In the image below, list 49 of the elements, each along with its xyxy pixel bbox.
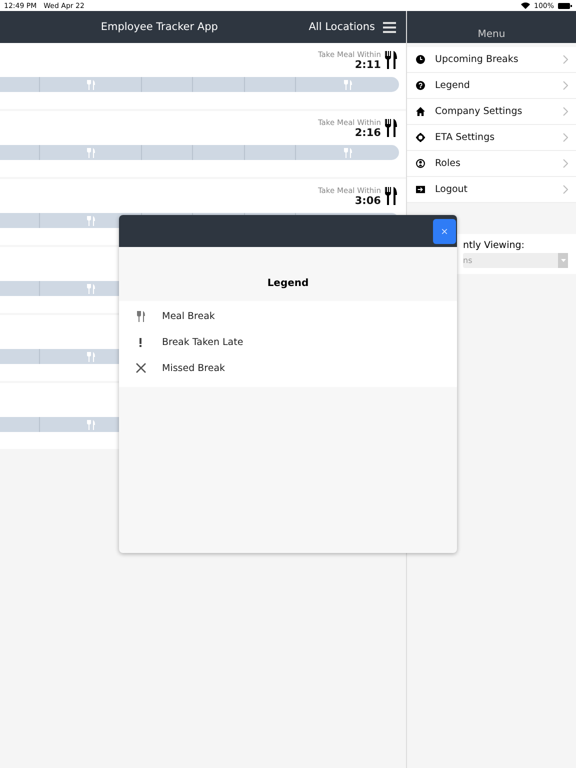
legend-label: Missed Break bbox=[162, 362, 226, 374]
legend-label: Meal Break bbox=[162, 310, 215, 322]
menu-item[interactable]: Roles bbox=[407, 151, 576, 177]
chevron-icon bbox=[563, 159, 568, 168]
home-icon bbox=[416, 107, 425, 116]
wifi-icon bbox=[520, 2, 530, 9]
fork-knife-icon bbox=[86, 216, 94, 226]
menu-item[interactable]: ETA Settings bbox=[407, 125, 576, 151]
help-icon bbox=[416, 81, 425, 90]
fork-knife-icon bbox=[384, 51, 398, 69]
chevron-icon bbox=[563, 133, 568, 142]
fork-knife-icon bbox=[136, 310, 144, 322]
meal-countdown: 3:06 bbox=[354, 194, 381, 206]
menu-item[interactable]: Company Settings bbox=[407, 99, 576, 125]
gear-icon bbox=[416, 133, 425, 142]
fork-knife-icon bbox=[86, 420, 94, 430]
close-icon bbox=[442, 228, 447, 234]
fork-knife-icon bbox=[86, 284, 94, 294]
fork-knife-icon bbox=[86, 352, 94, 362]
fork-knife-icon bbox=[344, 148, 352, 158]
close-button[interactable] bbox=[433, 218, 456, 244]
chevron-icon bbox=[563, 185, 568, 194]
caret-icon bbox=[560, 259, 566, 262]
logout-icon bbox=[416, 185, 425, 194]
meal-countdown: 2:16 bbox=[354, 126, 381, 138]
clock-icon bbox=[416, 55, 425, 64]
person-icon bbox=[416, 159, 425, 168]
chevron-icon bbox=[563, 55, 568, 64]
app-title: Employee Tracker App bbox=[100, 21, 219, 33]
fork-knife-icon bbox=[384, 187, 398, 205]
fork-knife-icon bbox=[86, 148, 94, 158]
location-selector[interactable]: All Locations bbox=[308, 21, 375, 33]
menu-item[interactable]: Upcoming Breaks bbox=[407, 47, 576, 73]
menu-item[interactable]: Legend bbox=[407, 73, 576, 99]
modal-title: Legend bbox=[266, 277, 310, 291]
menu-item[interactable]: Logout bbox=[407, 177, 576, 203]
meal-countdown: 2:11 bbox=[354, 58, 381, 70]
menu-title: Menu bbox=[478, 29, 506, 40]
battery-icon bbox=[558, 2, 572, 8]
exclamation-icon bbox=[139, 338, 142, 346]
fork-knife-icon bbox=[384, 119, 398, 137]
legend-label: Break Taken Late bbox=[162, 336, 244, 348]
viewing-label: ntly Viewing: bbox=[463, 240, 524, 251]
fork-knife-icon bbox=[344, 80, 352, 90]
fork-knife-icon bbox=[86, 80, 94, 90]
menu-icon[interactable] bbox=[383, 22, 396, 32]
chevron-icon bbox=[563, 81, 568, 90]
chevron-icon bbox=[563, 107, 568, 116]
x-mark-icon bbox=[136, 363, 146, 373]
